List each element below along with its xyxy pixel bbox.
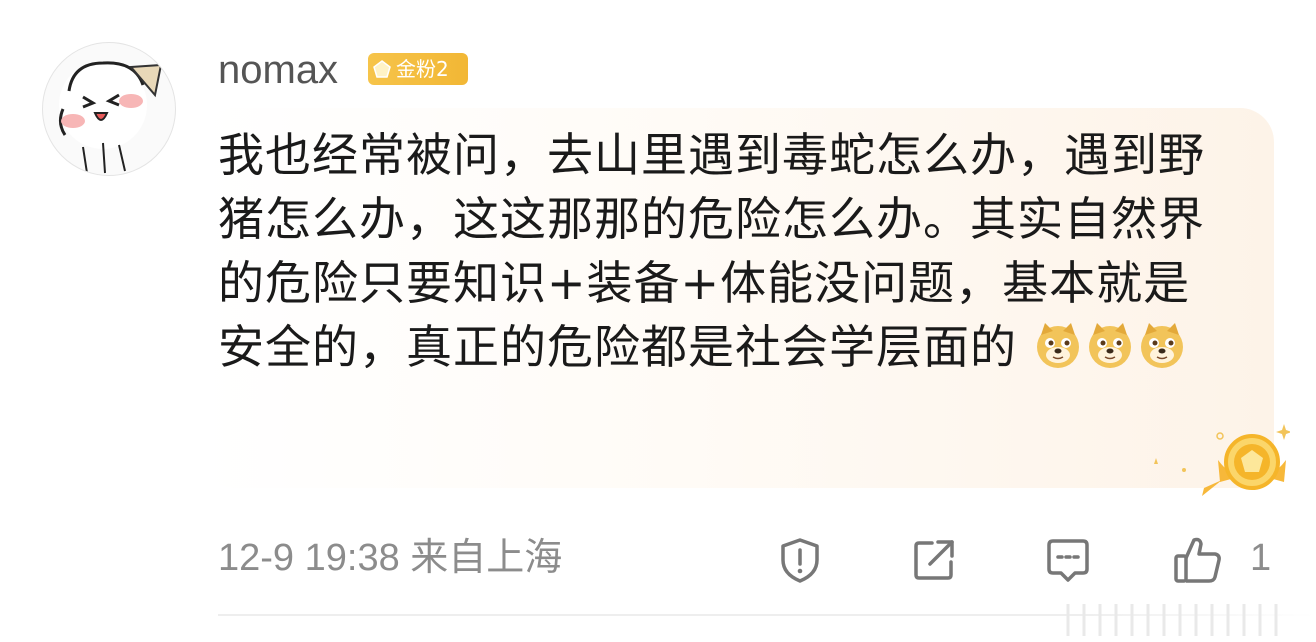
thumbs-up-icon[interactable] <box>1172 534 1224 586</box>
fan-medal-icon <box>1154 424 1290 496</box>
timestamp-location: 12-9 19:38 来自上海 <box>218 537 563 579</box>
like-count: 1 <box>1250 537 1272 579</box>
report-icon[interactable] <box>774 534 826 586</box>
gem-icon <box>368 53 396 85</box>
username[interactable]: nomax <box>218 44 338 96</box>
badge-label: 金粉2 <box>396 57 449 81</box>
emoji-group <box>1033 320 1189 374</box>
doge-emoji <box>1088 323 1131 368</box>
doge-emoji <box>1140 323 1183 368</box>
avatar[interactable] <box>42 42 176 176</box>
doge-emoji <box>1036 323 1079 368</box>
edge-fade-decoration <box>1066 604 1278 636</box>
share-icon[interactable] <box>908 534 960 586</box>
comment-footer: 12-9 19:38 来自上海 1 <box>218 532 1280 588</box>
fan-badge[interactable]: 金粉2 <box>368 53 468 85</box>
comment-icon[interactable] <box>1042 534 1094 586</box>
comment-content: 我也经常被问，去山里遇到毒蛇怎么办，遇到野猪怎么办，这这那那的危险怎么办。其实自… <box>218 123 1228 379</box>
